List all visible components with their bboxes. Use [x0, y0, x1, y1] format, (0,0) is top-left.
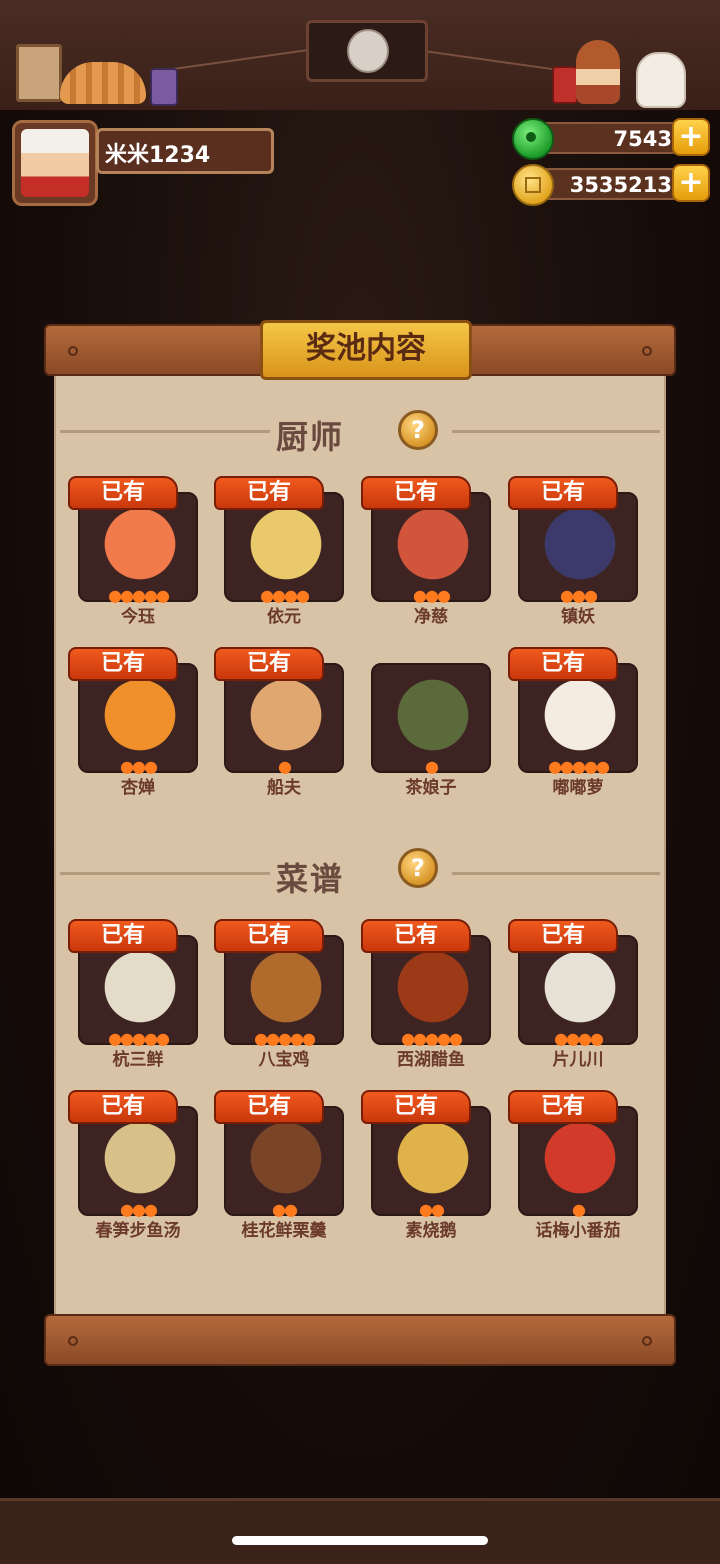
coin-icon — [512, 164, 554, 206]
recipe-art-icon — [534, 1122, 626, 1202]
recipe-name: 杭三鲜 — [112, 1050, 164, 1070]
chef-name: 镇妖 — [561, 607, 595, 627]
recipe-card[interactable]: 已有 ●●●● 片儿川 — [508, 919, 638, 1070]
owned-badge: 已有 — [68, 647, 178, 681]
recipe-card[interactable]: 已有 ●●●●● 西湖醋鱼 — [361, 919, 491, 1070]
player-name-plate: 米米1234 — [96, 128, 274, 174]
recipes-section-label: 菜谱 — [275, 860, 344, 898]
chef-art-icon — [534, 508, 626, 588]
recipe-art-icon — [387, 1122, 479, 1202]
recipe-art-icon — [387, 951, 479, 1031]
jade-currency: 7543 + — [512, 118, 712, 160]
owned-badge: 已有 — [68, 919, 178, 953]
recipes-section-header: 菜谱 ? — [56, 848, 664, 898]
player-avatar[interactable] — [12, 120, 98, 206]
recipe-card[interactable]: 已有 ●●● 春笋步鱼汤 — [68, 1090, 198, 1241]
chef-card[interactable]: 已有 ● 船夫 — [214, 647, 344, 798]
chef-card[interactable]: 已有 ●●●●● 今珏 — [68, 476, 198, 627]
lantern-icon — [552, 66, 578, 104]
chef-name: 杏婵 — [121, 778, 155, 798]
recipe-name: 素烧鹅 — [405, 1221, 457, 1241]
owned-badge: 已有 — [68, 476, 178, 510]
recipe-name: 话梅小番茄 — [535, 1221, 621, 1241]
recipe-art-icon — [240, 951, 332, 1031]
chef-card[interactable]: 已有 ●●● 净慈 — [361, 476, 491, 627]
owned-badge: 已有 — [361, 476, 471, 510]
chef-art-icon — [240, 679, 332, 759]
chef-art-icon — [387, 508, 479, 588]
recipe-card[interactable]: 已有 ●●●●● 八宝鸡 — [214, 919, 344, 1070]
chef-name: 船夫 — [267, 778, 301, 798]
chef-art-icon — [94, 508, 186, 588]
owned-badge: 已有 — [508, 476, 618, 510]
chef-art-icon — [94, 679, 186, 759]
paw-frame-icon — [16, 44, 62, 102]
chef-art-icon — [240, 508, 332, 588]
recipe-art-icon — [534, 951, 626, 1031]
chef-card[interactable]: 已有 ●●●●● 嘟嘟萝 — [508, 647, 638, 798]
recipe-card[interactable]: 已有 ●● 桂花鲜栗羹 — [214, 1090, 344, 1241]
chef-art-icon — [387, 679, 479, 759]
recipe-name: 八宝鸡 — [258, 1050, 310, 1070]
recipe-art-icon — [240, 1122, 332, 1202]
chef-name: 依元 — [267, 607, 301, 627]
recipes-help-button[interactable]: ? — [398, 848, 438, 888]
lantern-icon — [150, 68, 178, 106]
owned-badge: 已有 — [214, 1090, 324, 1124]
recipe-art-icon — [94, 951, 186, 1031]
sleeping-cat-icon — [60, 62, 146, 104]
recipe-name: 春笋步鱼汤 — [95, 1221, 181, 1241]
chef-card[interactable]: ● 茶娘子 — [361, 647, 491, 798]
recipe-card[interactable]: 已有 ● 话梅小番茄 — [508, 1090, 638, 1241]
bottom-bar — [0, 1498, 720, 1564]
add-coin-button[interactable]: + — [672, 164, 710, 202]
chefs-section-label: 厨师 — [275, 418, 344, 456]
add-jade-button[interactable]: + — [672, 118, 710, 156]
chefs-help-button[interactable]: ? — [398, 410, 438, 450]
jade-icon — [512, 118, 554, 160]
scroll-rod-bottom — [44, 1314, 676, 1366]
recipe-name: 西湖醋鱼 — [397, 1050, 465, 1070]
chef-girl-icon — [576, 40, 620, 104]
owned-badge: 已有 — [508, 919, 618, 953]
chef-name: 今珏 — [121, 607, 155, 627]
owned-badge: 已有 — [68, 1090, 178, 1124]
owned-badge: 已有 — [214, 647, 324, 681]
chef-card[interactable]: 已有 ●●●● 依元 — [214, 476, 344, 627]
chef-card[interactable]: 已有 ●●● 杏婵 — [68, 647, 198, 798]
chef-name: 嘟嘟萝 — [552, 778, 604, 798]
chef-card[interactable]: 已有 ●●● 镇妖 — [508, 476, 638, 627]
recipe-card[interactable]: 已有 ●●●●● 杭三鲜 — [68, 919, 198, 1070]
coin-value: 3535213 — [569, 173, 672, 197]
jade-value: 7543 — [613, 127, 672, 151]
coin-currency: 3535213 + — [512, 164, 712, 206]
chef-art-icon — [534, 679, 626, 759]
white-cat-icon — [636, 52, 686, 108]
chef-name: 茶娘子 — [405, 778, 457, 798]
chef-name: 净慈 — [414, 607, 448, 627]
recipe-art-icon — [94, 1122, 186, 1202]
home-indicator[interactable] — [232, 1536, 488, 1545]
owned-badge: 已有 — [361, 919, 471, 953]
recipe-name: 桂花鲜栗羹 — [241, 1221, 327, 1241]
chefs-section-header: 厨师 ? — [56, 406, 664, 456]
owned-badge: 已有 — [214, 919, 324, 953]
owned-badge: 已有 — [508, 1090, 618, 1124]
owned-badge: 已有 — [508, 647, 618, 681]
owned-badge: 已有 — [214, 476, 324, 510]
panel-title: 奖池内容 — [260, 320, 472, 380]
recipe-name: 片儿川 — [552, 1050, 604, 1070]
owned-badge: 已有 — [361, 1090, 471, 1124]
recipe-card[interactable]: 已有 ●● 素烧鹅 — [361, 1090, 491, 1241]
hanging-sign-icon — [306, 20, 428, 82]
player-name: 米米1234 — [105, 143, 211, 168]
